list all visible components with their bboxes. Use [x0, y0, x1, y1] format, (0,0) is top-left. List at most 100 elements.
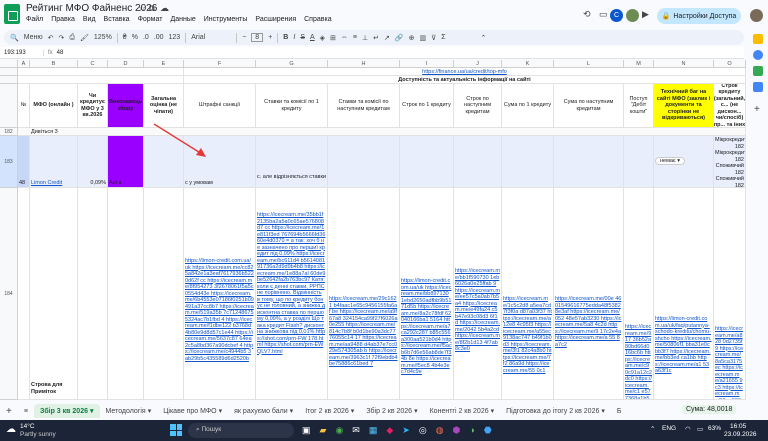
- star-icon[interactable]: ☆: [138, 3, 146, 14]
- strikethrough-button[interactable]: S: [300, 34, 305, 41]
- app-icon[interactable]: ◍: [436, 425, 444, 436]
- add-sheet-icon[interactable]: +: [0, 406, 18, 417]
- chrome-icon[interactable]: ◉: [335, 425, 343, 436]
- app-icon[interactable]: ◆: [386, 425, 393, 436]
- row-header[interactable]: [0, 84, 18, 128]
- col-header-f[interactable]: F: [184, 60, 256, 68]
- clock-time[interactable]: 16:05: [730, 423, 746, 430]
- row-header[interactable]: [0, 68, 18, 76]
- keep-icon[interactable]: [753, 34, 763, 44]
- comment-icon[interactable]: ▭: [599, 9, 608, 20]
- filter-icon[interactable]: ⊽: [431, 34, 436, 42]
- search-icon[interactable]: 🔍: [10, 34, 19, 42]
- share-button[interactable]: 🔒 Настройки Доступа: [657, 8, 741, 24]
- tab-current[interactable]: Збір 3 кв 2026 ▾: [33, 404, 100, 418]
- prev-row-text[interactable]: Дивіться 3: [31, 129, 58, 135]
- wifi-icon[interactable]: ◠: [685, 425, 691, 433]
- cell-debit-notes[interactable]: https://icecream.me/917 36b52a80bd66d016…: [624, 188, 654, 400]
- header-num[interactable]: №: [18, 84, 30, 128]
- borders-icon[interactable]: ⊞: [330, 34, 336, 42]
- select-all-corner[interactable]: [0, 60, 18, 68]
- history-icon[interactable]: ⟲: [583, 9, 591, 20]
- number-format-button[interactable]: 123: [169, 34, 181, 41]
- cell[interactable]: [108, 188, 144, 400]
- comment-add-icon[interactable]: ⊕: [409, 34, 415, 42]
- header-term-total[interactable]: Строк кредиту (загальний, с... (не диско…: [714, 84, 746, 128]
- url-banner-cell[interactable]: https://finance.ua/ua/credit/top-mfo: [184, 68, 746, 76]
- name-box[interactable]: 193:193: [0, 49, 44, 56]
- decrease-decimals-button[interactable]: .0: [143, 34, 149, 41]
- cell[interactable]: [144, 188, 184, 400]
- col-header-g[interactable]: G: [256, 60, 328, 68]
- weather-icon[interactable]: ☁: [6, 424, 16, 435]
- link-icon[interactable]: 🔗: [395, 34, 404, 42]
- tab[interactable]: як рахуємо бали ▾: [228, 407, 299, 416]
- row-header[interactable]: [0, 76, 18, 84]
- contacts-icon[interactable]: [753, 66, 763, 76]
- header-mfo[interactable]: МФО (онлайн ): [30, 84, 78, 128]
- cell[interactable]: [400, 136, 454, 188]
- weather-temp[interactable]: 14°C: [20, 423, 35, 430]
- tab[interactable]: Цікаве про МФО ▾: [157, 407, 228, 416]
- cell-term-total-notes[interactable]: https://icecream.me/a828 0d2735f9 https:…: [714, 188, 746, 400]
- maps-icon[interactable]: [753, 82, 763, 92]
- empty-cell[interactable]: [18, 76, 184, 84]
- col-header-e[interactable]: E: [144, 60, 184, 68]
- app-icon[interactable]: ⬣: [484, 425, 492, 436]
- cell[interactable]: [554, 136, 624, 188]
- italic-button[interactable]: I: [293, 34, 295, 41]
- collaborator-avatar[interactable]: С: [610, 9, 623, 22]
- col-header-h[interactable]: H: [328, 60, 400, 68]
- user-photo-avatar[interactable]: [626, 9, 639, 22]
- cell-rates-first-notes[interactable]: https://icecream.me/35bb1f2135ba2a5a0c65…: [256, 188, 328, 400]
- url-banner-link[interactable]: https://finance.ua/ua/credit/top-mfo: [422, 69, 507, 75]
- app-icon[interactable]: ⬢: [453, 425, 461, 436]
- cell[interactable]: [624, 136, 654, 188]
- col-header-j[interactable]: J: [454, 60, 502, 68]
- col-header-l[interactable]: L: [554, 60, 624, 68]
- cell[interactable]: [18, 188, 30, 400]
- col-header-c[interactable]: C: [78, 60, 108, 68]
- add-addon-icon[interactable]: +: [754, 104, 760, 115]
- battery-percent[interactable]: 63%: [708, 425, 721, 432]
- menu-extensions[interactable]: Расширения: [255, 16, 296, 23]
- cell-rates-next-notes[interactable]: https://icecream.me/29c1621 b4faac1e65c9…: [328, 188, 400, 400]
- cell-term-total[interactable]: Мікрокредит 182 Мікрокредит 182 Споживчи…: [714, 136, 746, 188]
- currency-button[interactable]: ₴: [123, 34, 127, 41]
- fill-color-icon[interactable]: ◈: [320, 34, 325, 42]
- col-header-i[interactable]: I: [400, 60, 454, 68]
- header-sum-next[interactable]: Сума по наступним кредитам: [554, 84, 624, 128]
- col-header-n[interactable]: N: [654, 60, 714, 68]
- mfo-link[interactable]: Limon Credit: [31, 180, 62, 186]
- collapse-toolbar-icon[interactable]: ⌃: [481, 34, 487, 42]
- font-select[interactable]: Arial: [191, 34, 231, 41]
- all-sheets-icon[interactable]: ≡: [18, 408, 34, 415]
- cell-sum-next-notes[interactable]: https://icecream.me/00e 4601549616775edd…: [554, 188, 624, 400]
- col-header-m[interactable]: M: [624, 60, 654, 68]
- menu-help[interactable]: Справка: [304, 16, 331, 23]
- header-rates-first[interactable]: Ставки та комісії по 1 кредиту: [256, 84, 328, 128]
- redo-icon[interactable]: ↷: [59, 34, 65, 42]
- account-avatar[interactable]: [750, 9, 763, 22]
- undo-icon[interactable]: ↶: [48, 34, 54, 42]
- menu-search[interactable]: Меню: [24, 34, 43, 41]
- lang-indicator[interactable]: ENG: [662, 425, 676, 432]
- menu-edit[interactable]: Правка: [51, 16, 75, 23]
- app-icon[interactable]: ◎: [419, 425, 427, 436]
- cell-executor[interactable]: Ані в: [108, 136, 144, 188]
- tab[interactable]: Збір 2 кв 2026 ▾: [360, 407, 423, 416]
- cell-tech-bug[interactable]: немає ▾: [654, 136, 714, 188]
- col-header-o[interactable]: O: [714, 60, 746, 68]
- clock-date[interactable]: 23.09.2026: [724, 431, 757, 438]
- row-header[interactable]: 184: [0, 188, 18, 400]
- telegram-icon[interactable]: ➤: [402, 425, 410, 436]
- function-icon[interactable]: Σ: [441, 34, 445, 41]
- cell[interactable]: [78, 188, 108, 400]
- bold-button[interactable]: B: [283, 34, 288, 41]
- cell-tech-bug-notes[interactable]: https://limon-credit.com.ua/uk/faq/putan…: [654, 188, 714, 400]
- header-rates-next[interactable]: Ставки та комісії по наступним кредитам: [328, 84, 400, 128]
- valign-icon[interactable]: ⊥: [362, 34, 368, 42]
- align-icon[interactable]: ≡: [353, 34, 357, 41]
- cell-term-next-notes[interactable]: https://icecream.me/bb1f590730 1eb6026a0…: [454, 188, 502, 400]
- header-debit[interactable]: Поступ "Дебіт кошти": [624, 84, 654, 128]
